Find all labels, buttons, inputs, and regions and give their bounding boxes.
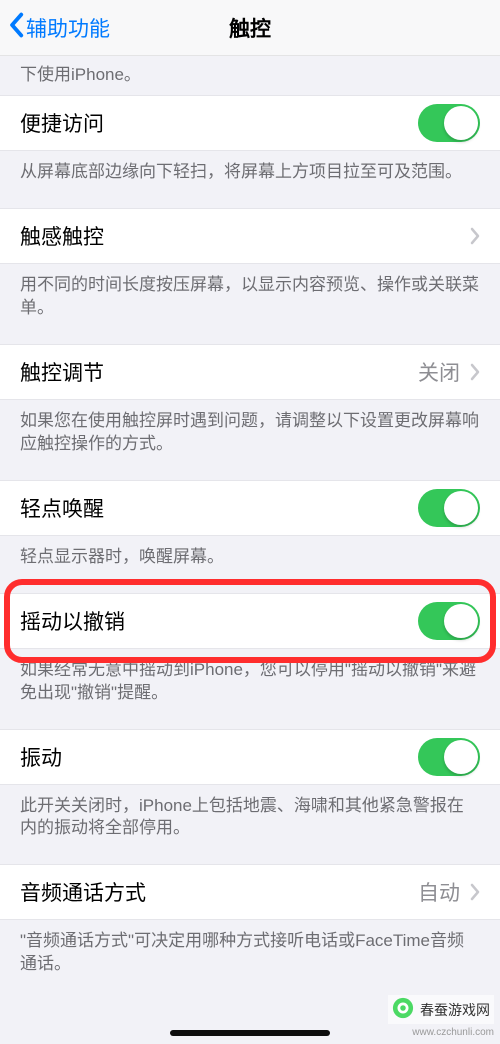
audio-routing-value: 自动	[418, 877, 460, 907]
navigation-bar: 辅助功能 触控	[0, 0, 500, 56]
row-label: 轻点唤醒	[20, 493, 104, 523]
haptic-footer: 用不同的时间长度按压屏幕，以显示内容预览、操作或关联菜单。	[0, 264, 500, 344]
watermark-url: www.czchunli.com	[412, 1027, 494, 1038]
row-shake-to-undo[interactable]: 摇动以撤销	[0, 593, 500, 649]
chevron-right-icon	[470, 363, 480, 381]
back-label: 辅助功能	[26, 13, 110, 43]
watermark-text: 春蚕游戏网	[420, 1000, 490, 1020]
accommodations-footer: 如果您在使用触控屏时遇到问题，请调整以下设置更改屏幕响应触控操作的方式。	[0, 400, 500, 480]
row-vibration[interactable]: 振动	[0, 729, 500, 785]
tap-wake-toggle[interactable]	[418, 489, 480, 527]
page-title: 触控	[229, 13, 271, 43]
vibration-toggle[interactable]	[418, 738, 480, 776]
row-tap-to-wake[interactable]: 轻点唤醒	[0, 480, 500, 536]
accommodations-value: 关闭	[418, 357, 460, 387]
row-reachability[interactable]: 便捷访问	[0, 95, 500, 151]
row-label: 触控调节	[20, 357, 104, 387]
chevron-right-icon	[470, 227, 480, 245]
chevron-right-icon	[470, 883, 480, 901]
reachability-toggle[interactable]	[418, 104, 480, 142]
shake-footer: 如果经常无意中摇动到iPhone，您可以停用"摇动以撤销"来避免出现"撤销"提醒…	[0, 649, 500, 729]
row-label: 振动	[20, 742, 62, 772]
back-button[interactable]: 辅助功能	[8, 12, 110, 44]
reachability-footer: 从屏幕底部边缘向下轻扫，将屏幕上方项目拉至可及范围。	[0, 151, 500, 208]
row-haptic-touch[interactable]: 触感触控	[0, 208, 500, 264]
row-label: 音频通话方式	[20, 877, 146, 907]
shake-undo-toggle[interactable]	[418, 602, 480, 640]
row-audio-routing[interactable]: 音频通话方式 自动	[0, 864, 500, 920]
watermark: 春蚕游戏网	[388, 995, 494, 1024]
row-label: 摇动以撤销	[20, 606, 125, 636]
tap-wake-footer: 轻点显示器时，唤醒屏幕。	[0, 536, 500, 593]
row-label: 触感触控	[20, 221, 104, 251]
audio-routing-footer: "音频通话方式"可决定用哪种方式接听电话或FaceTime音频通话。	[0, 920, 500, 1000]
row-label: 便捷访问	[20, 108, 104, 138]
content-scroll[interactable]: 下使用iPhone。 便捷访问 从屏幕底部边缘向下轻扫，将屏幕上方项目拉至可及范…	[0, 56, 500, 1044]
row-touch-accommodations[interactable]: 触控调节 关闭	[0, 344, 500, 400]
chevron-left-icon	[8, 12, 26, 44]
home-indicator[interactable]	[170, 1030, 330, 1036]
truncated-footer: 下使用iPhone。	[0, 56, 500, 95]
vibration-footer: 此开关关闭时，iPhone上包括地震、海啸和其他紧急警报在内的振动将全部停用。	[0, 785, 500, 865]
watermark-icon	[392, 997, 414, 1022]
